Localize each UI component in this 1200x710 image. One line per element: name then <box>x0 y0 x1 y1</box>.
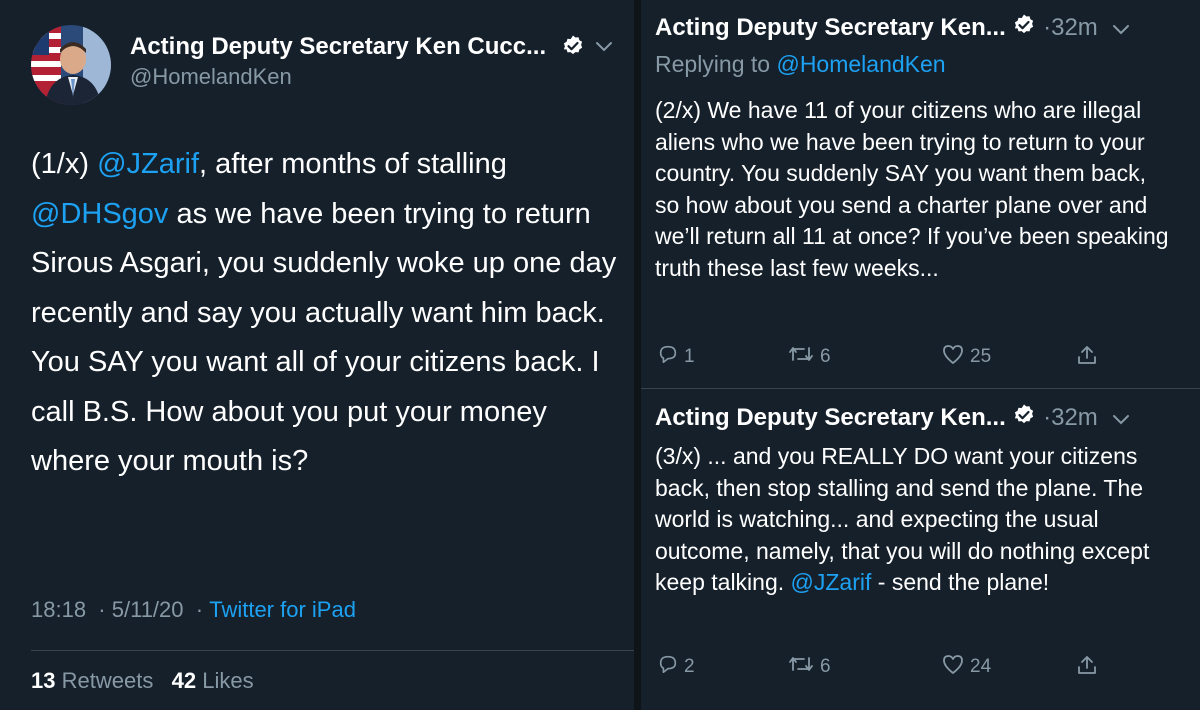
tweet-stats: 13 Retweets 42 Likes <box>31 668 254 694</box>
retweet-icon <box>787 653 815 681</box>
reply-count: 1 <box>684 346 695 367</box>
time-separator: · <box>1043 403 1052 431</box>
tweet-source-link[interactable]: Twitter for iPad <box>209 597 356 622</box>
author-handle[interactable]: @HomelandKen <box>130 64 292 90</box>
likes-count: 42 <box>171 668 197 693</box>
mention-link[interactable]: @DHSgov <box>31 198 168 230</box>
author-name[interactable]: Acting Deputy Secretary Ken... <box>655 14 1006 41</box>
reply-tweet: Acting Deputy Secretary Ken... ·32m (3/x… <box>655 403 1200 703</box>
time-separator: · <box>1043 13 1052 41</box>
main-tweet-panel: Acting Deputy Secretary Ken Cucc... @Hom… <box>0 0 634 710</box>
retweet-count: 6 <box>820 656 831 677</box>
like-icon <box>941 653 965 681</box>
share-icon <box>1075 653 1099 683</box>
chevron-down-icon[interactable] <box>594 40 614 59</box>
retweets-label: Retweets <box>61 668 154 693</box>
author-name[interactable]: Acting Deputy Secretary Ken Cucc... <box>130 33 546 61</box>
tweet-text: (1/x) @JZarif, after months of stalling … <box>31 140 621 487</box>
tweet-meta: 18:18 · 5/11/20 · Twitter for iPad <box>31 597 356 623</box>
tweet-text-part: , after months of stalling <box>199 148 507 180</box>
retweet-button[interactable]: 6 <box>787 343 831 371</box>
like-icon <box>941 343 965 371</box>
chevron-down-icon[interactable] <box>1112 405 1130 433</box>
reply-icon <box>657 653 679 681</box>
likes-stat[interactable]: 42 Likes <box>172 668 254 693</box>
share-button[interactable] <box>1075 343 1099 373</box>
like-count: 24 <box>970 656 992 677</box>
replying-to-label: Replying to <box>655 51 771 77</box>
replying-to-handle[interactable]: @HomelandKen <box>776 51 945 77</box>
meta-separator: · <box>92 597 112 622</box>
reply-button[interactable]: 1 <box>657 343 695 371</box>
verified-badge-icon <box>1012 403 1036 434</box>
divider <box>31 650 634 651</box>
likes-label: Likes <box>202 668 254 693</box>
share-button[interactable] <box>1075 653 1099 683</box>
mention-link[interactable]: @JZarif <box>791 569 872 595</box>
reply-tweet: Acting Deputy Secretary Ken... ·32m Repl… <box>655 13 1200 383</box>
tweet-text-part: (1/x) <box>31 148 98 180</box>
reply-text: (2/x) We have 11 of your citizens who ar… <box>655 97 1169 281</box>
like-count: 25 <box>970 346 992 367</box>
like-button[interactable]: 24 <box>941 653 991 681</box>
share-icon <box>1075 343 1099 373</box>
retweet-button[interactable]: 6 <box>787 653 831 681</box>
reply-icon <box>657 343 679 371</box>
retweets-count: 13 <box>31 668 56 693</box>
panel-divider <box>634 0 641 710</box>
retweets-stat[interactable]: 13 Retweets <box>31 668 153 693</box>
replying-to: Replying to @HomelandKen <box>655 51 946 78</box>
tweet-actions: 1 6 25 <box>655 343 1175 373</box>
divider <box>641 388 1200 389</box>
verified-badge-icon <box>1012 13 1036 44</box>
mention-link[interactable]: @JZarif <box>97 148 199 180</box>
reply-text: (3/x) ... and you REALLY DO want your ci… <box>655 441 1175 599</box>
retweet-count: 6 <box>820 346 831 367</box>
avatar[interactable] <box>31 25 111 105</box>
replies-panel: Acting Deputy Secretary Ken... ·32m Repl… <box>641 0 1200 710</box>
tweet-time-ago[interactable]: 32m <box>1051 404 1098 431</box>
reply-count: 2 <box>684 656 695 677</box>
reply-text-part: - send the plane! <box>871 569 1050 595</box>
tweet-actions: 2 6 24 <box>655 653 1175 683</box>
reply-header: Acting Deputy Secretary Ken... ·32m <box>655 403 1130 434</box>
tweet-text-part: as we have been trying to return Sirous … <box>31 197 617 478</box>
tweet-time[interactable]: 18:18 <box>31 597 86 622</box>
chevron-down-icon[interactable] <box>1112 15 1130 43</box>
retweet-icon <box>787 343 815 371</box>
like-button[interactable]: 25 <box>941 343 991 371</box>
reply-header: Acting Deputy Secretary Ken... ·32m <box>655 13 1130 44</box>
tweet-time-ago[interactable]: 32m <box>1051 14 1098 41</box>
reply-button[interactable]: 2 <box>657 653 695 681</box>
meta-separator: · <box>189 597 210 622</box>
tweet-date[interactable]: 5/11/20 <box>112 597 184 622</box>
verified-badge-icon <box>561 34 585 63</box>
author-name[interactable]: Acting Deputy Secretary Ken... <box>655 404 1006 431</box>
